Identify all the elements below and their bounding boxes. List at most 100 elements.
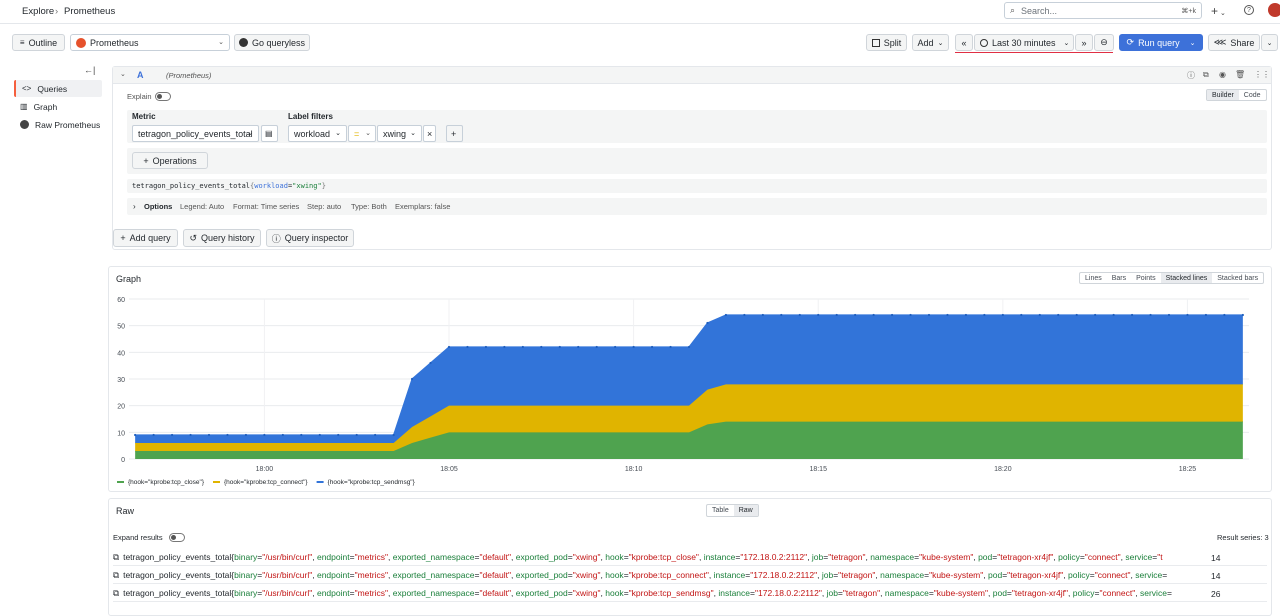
data-point xyxy=(152,433,155,437)
query-history-button[interactable]: ↺ Query history xyxy=(183,229,261,247)
metric-select[interactable]: tetragon_policy_events_total ⌄ xyxy=(132,125,259,142)
result-series-count: Result series: 3 xyxy=(1217,533,1269,542)
prometheus-icon xyxy=(76,37,86,48)
drag-handle-icon[interactable]: ⋮⋮ xyxy=(1254,70,1270,79)
view-table[interactable]: Table xyxy=(707,505,734,516)
share-button[interactable]: ⋘ Share xyxy=(1208,34,1260,51)
breadcrumb-explore[interactable]: Explore xyxy=(22,6,54,17)
style-lines[interactable]: Lines xyxy=(1080,273,1107,283)
style-stacked-bars[interactable]: Stacked bars xyxy=(1212,273,1263,283)
legend-entry[interactable]: {hook="kprobe:tcp_connect"} xyxy=(224,479,308,486)
data-point xyxy=(374,433,377,437)
datasource-picker[interactable]: Prometheus ⌄ xyxy=(70,34,230,51)
info-icon: ⓘ xyxy=(271,233,281,244)
search-input[interactable]: ⌕ Search... ⌘+k xyxy=(1004,2,1202,19)
query-inspector-button[interactable]: ⓘ Query inspector xyxy=(266,229,354,247)
options-row[interactable]: › Options Legend: Auto Format: Time seri… xyxy=(127,198,1267,215)
label-value-select[interactable]: xwing ⌄ xyxy=(377,125,422,142)
raw-title: Raw xyxy=(116,506,135,516)
legend-entry[interactable]: {hook="kprobe:tcp_close"} xyxy=(128,479,205,486)
add-query-button[interactable]: + Add query xyxy=(113,229,178,247)
legend-swatch[interactable] xyxy=(213,481,220,483)
y-tick-label: 30 xyxy=(117,377,125,384)
query-editor-panel: ⌄ A (Prometheus) ⓘ ⧉ ◉ 🗑 ⋮⋮ Explain Buil… xyxy=(112,66,1272,250)
add-dropdown-button[interactable]: Add ⌄ xyxy=(912,34,949,51)
code-icon: <> xyxy=(22,84,32,93)
time-range-picker[interactable]: Last 30 minutes ⌄ xyxy=(974,34,1074,51)
raw-panel: Raw Table Raw Expand results Result seri… xyxy=(108,498,1272,616)
raw-result-row[interactable]: ⧉ tetragon_policy_events_total{binary="/u… xyxy=(113,586,1267,602)
label-key-select[interactable]: workload ⌄ xyxy=(288,125,347,142)
mode-builder[interactable]: Builder xyxy=(1207,90,1239,100)
outline-button[interactable]: ≡ Outline xyxy=(12,34,65,51)
zoom-out-button[interactable]: ⊖ xyxy=(1094,34,1114,51)
delete-query-icon[interactable]: 🗑 xyxy=(1235,70,1245,79)
book-icon: ▤ xyxy=(265,129,273,138)
outline-item-graph[interactable]: ▥ Graph xyxy=(14,98,102,115)
help-icon[interactable]: ? xyxy=(1244,5,1254,15)
collapse-outline-icon[interactable]: ←| xyxy=(84,65,95,75)
style-points[interactable]: Points xyxy=(1131,273,1160,283)
queryless-icon xyxy=(238,38,248,47)
zoom-out-icon: ⊖ xyxy=(1100,37,1108,47)
hide-query-icon[interactable]: ◉ xyxy=(1219,70,1226,79)
collapse-query-icon[interactable]: ⌄ xyxy=(120,70,126,78)
add-filter-button[interactable]: + xyxy=(446,125,463,142)
mode-code[interactable]: Code xyxy=(1239,90,1266,100)
chevron-down-icon: ⌄ xyxy=(1266,39,1273,47)
operations-button[interactable]: + Operations xyxy=(132,152,208,169)
stacked-lines-chart[interactable]: 0 10 20 30 40 50 60 18:00 18:05 18:10 18:15 18:20 18… xyxy=(109,287,1271,491)
data-point xyxy=(669,345,672,349)
data-point xyxy=(1038,313,1041,317)
chevron-down-icon: ⌄ xyxy=(1063,39,1070,47)
query-ref-id[interactable]: A xyxy=(137,70,144,80)
share-options-button[interactable]: ⌄ xyxy=(1261,34,1278,51)
split-button[interactable]: Split xyxy=(866,34,907,51)
raw-result-row[interactable]: ⧉ tetragon_policy_events_total{binary="/u… xyxy=(113,568,1267,584)
data-point xyxy=(1001,313,1004,317)
data-point xyxy=(1204,313,1208,317)
style-stacked-lines[interactable]: Stacked lines xyxy=(1160,273,1213,283)
explain-toggle[interactable] xyxy=(155,91,171,102)
expand-results-toggle[interactable] xyxy=(169,532,185,543)
query-help-icon[interactable]: ⓘ xyxy=(1187,70,1195,81)
metrics-explorer-button[interactable]: ▤ xyxy=(261,125,278,142)
avatar[interactable] xyxy=(1268,3,1280,17)
data-point xyxy=(632,345,635,349)
editor-mode-switch: Builder Code xyxy=(1206,89,1267,101)
time-forward-button[interactable]: » xyxy=(1075,34,1093,51)
query-datasource-hint: (Prometheus) xyxy=(166,71,212,80)
explore-toolbar: ≡ Outline Prometheus ⌄ Go queryless Split… xyxy=(0,24,1280,60)
search-placeholder: Search... xyxy=(1021,6,1058,16)
raw-result-row[interactable]: ⧉ tetragon_policy_events_total{binary="/u… xyxy=(113,550,1267,566)
label-operator-select[interactable]: = ⌄ xyxy=(348,125,376,142)
data-point xyxy=(1057,313,1060,317)
remove-filter-button[interactable]: × xyxy=(423,125,436,142)
duplicate-query-icon[interactable]: ⧉ xyxy=(1203,70,1209,80)
data-point xyxy=(521,345,524,349)
go-queryless-button[interactable]: Go queryless xyxy=(234,34,310,51)
legend-swatch[interactable] xyxy=(117,481,124,483)
copy-icon[interactable]: ⧉ xyxy=(113,588,119,598)
new-plus-button[interactable]: + ⌄ xyxy=(1211,4,1226,18)
legend-swatch[interactable] xyxy=(316,481,324,483)
data-point xyxy=(650,345,654,349)
view-raw[interactable]: Raw xyxy=(733,505,758,516)
data-point xyxy=(281,433,284,437)
x-tick-label: 18:25 xyxy=(1179,466,1197,473)
data-point xyxy=(927,313,931,317)
style-bars[interactable]: Bars xyxy=(1107,273,1131,283)
outline-item-raw-prometheus[interactable]: Raw Prometheus xyxy=(14,116,102,133)
time-back-button[interactable]: « xyxy=(955,34,973,51)
graph-icon: ▥ xyxy=(20,102,28,111)
copy-icon[interactable]: ⧉ xyxy=(113,570,119,580)
outline-item-queries[interactable]: <> Queries xyxy=(14,80,102,97)
data-point xyxy=(484,345,488,349)
option-step: Step: auto xyxy=(307,202,342,211)
copy-icon[interactable]: ⧉ xyxy=(113,552,119,562)
run-query-button[interactable]: ⟳ Run query ⌄ xyxy=(1119,34,1203,51)
outline-icon: ≡ xyxy=(19,38,25,47)
data-point xyxy=(817,313,820,317)
top-bar: Explore › Prometheus ⌕ Search... ⌘+k + ⌄… xyxy=(0,0,1280,24)
legend-entry[interactable]: {hook="kprobe:tcp_sendmsg"} xyxy=(328,479,416,486)
